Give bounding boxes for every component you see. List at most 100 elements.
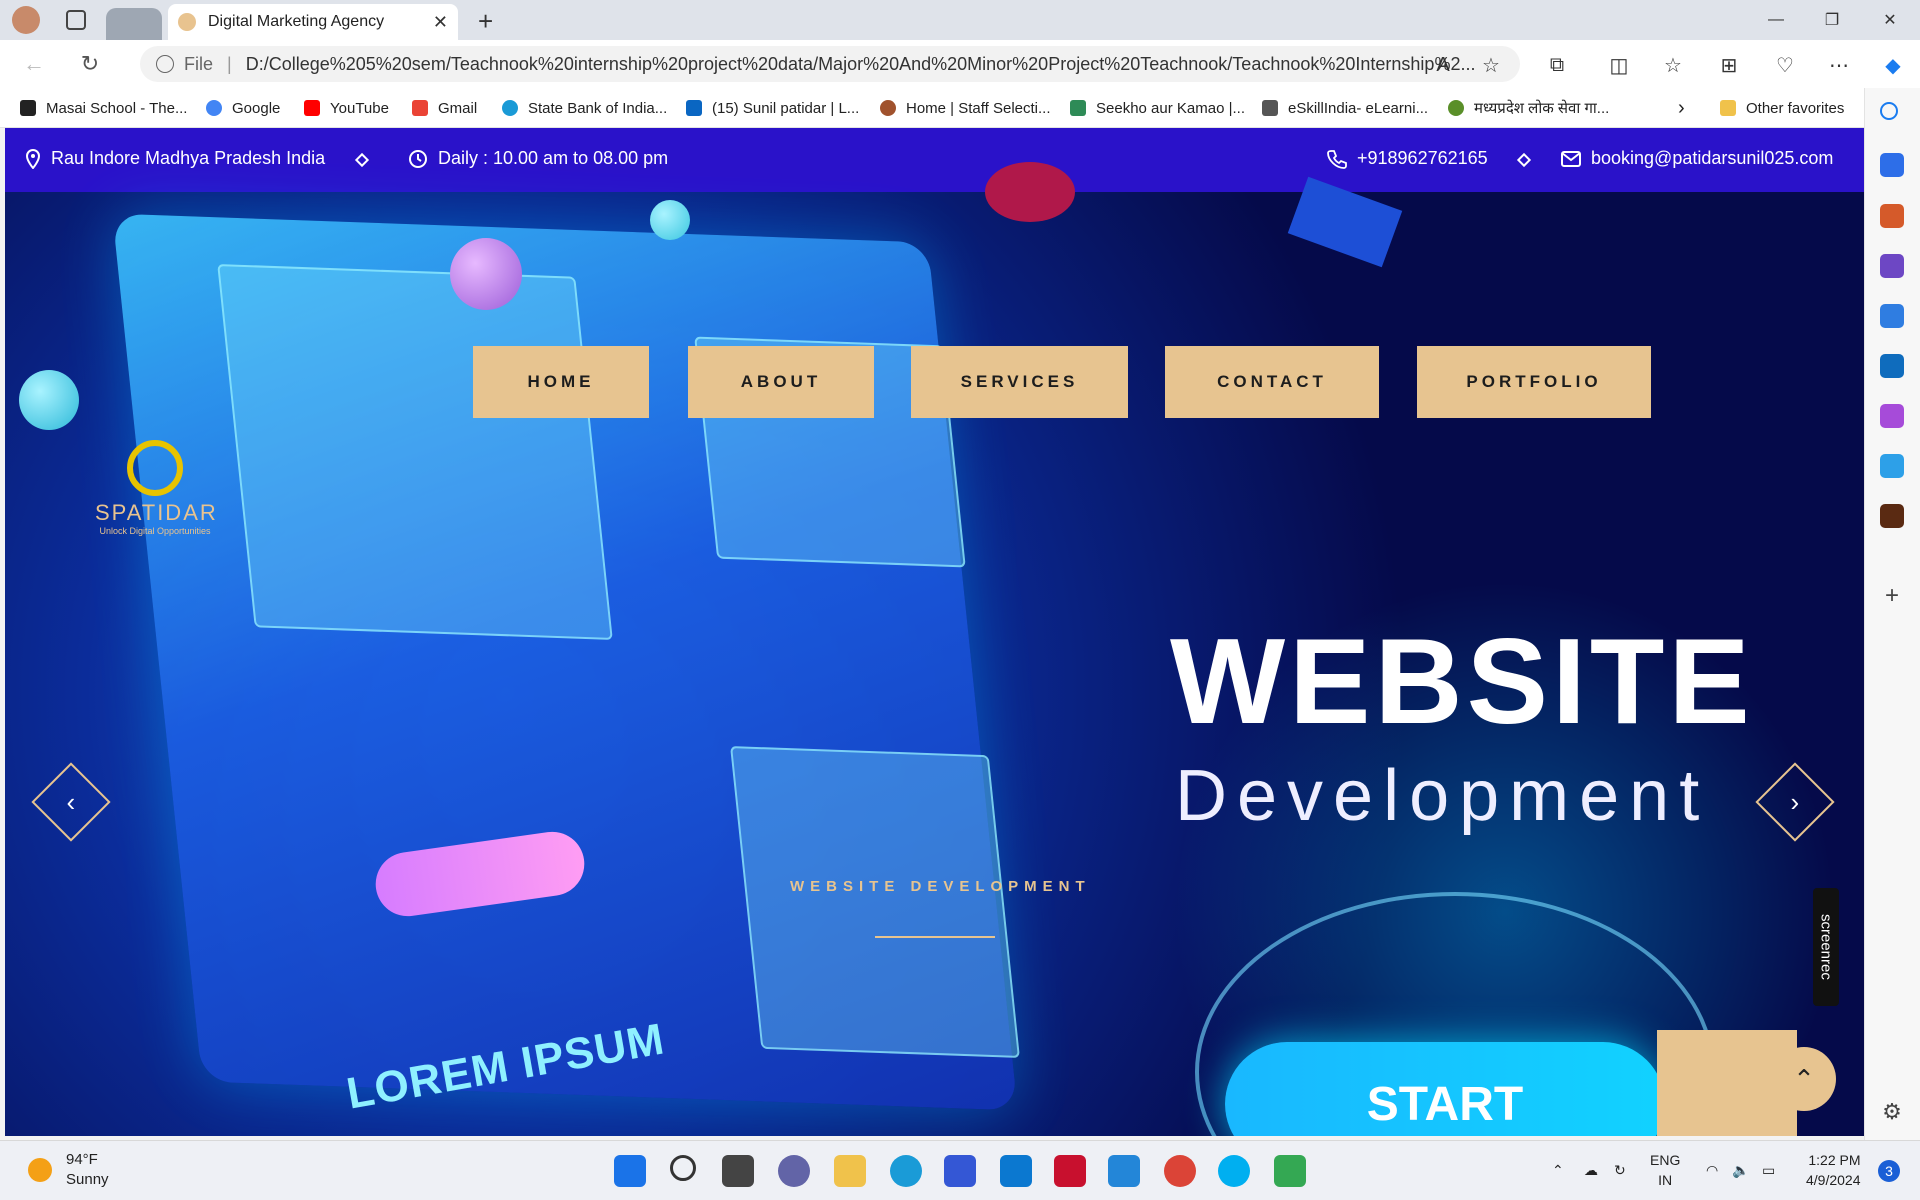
location-text: Rau Indore Madhya Pradesh India xyxy=(51,148,326,168)
tab-title: Digital Marketing Agency xyxy=(208,13,385,30)
email-info[interactable]: booking@patidarsunil025.com xyxy=(1561,148,1833,169)
temperature: 94°F xyxy=(66,1151,98,1168)
shopping-icon[interactable] xyxy=(1880,153,1904,177)
language-indicator[interactable]: ENG IN xyxy=(1650,1150,1680,1190)
more-menu-icon[interactable]: ⋯ xyxy=(1822,48,1856,82)
read-aloud-icon[interactable]: A xyxy=(1426,48,1460,82)
contact-topbar: Rau Indore Madhya Pradesh India Daily : … xyxy=(5,128,1864,192)
store-icon[interactable] xyxy=(1000,1155,1032,1187)
favorite-star-icon[interactable]: ☆ xyxy=(1474,48,1508,82)
favorites-icon[interactable]: ☆ xyxy=(1656,48,1690,82)
games-icon[interactable] xyxy=(1880,254,1904,278)
favorite-sbi[interactable]: State Bank of India... xyxy=(502,96,667,120)
ssc-icon xyxy=(880,100,896,116)
wifi-icon[interactable]: ◠ xyxy=(1706,1160,1718,1180)
file-explorer-icon[interactable] xyxy=(834,1155,866,1187)
outlook-icon[interactable] xyxy=(1880,354,1904,378)
send-icon[interactable] xyxy=(1880,454,1904,478)
separator-diamond xyxy=(1516,152,1532,168)
volume-icon[interactable]: 🔈 xyxy=(1732,1160,1749,1180)
nav-contact[interactable]: CONTACT xyxy=(1165,346,1379,418)
meet-icon[interactable] xyxy=(1274,1155,1306,1187)
vscode-icon[interactable] xyxy=(1108,1155,1140,1187)
minimize-icon[interactable]: — xyxy=(1748,0,1804,40)
microsoft365-icon[interactable] xyxy=(1880,304,1904,328)
chat-icon[interactable] xyxy=(778,1155,810,1187)
url-text[interactable]: D:/College%205%20sem/Teachnook%20interns… xyxy=(246,54,1476,75)
caption-divider xyxy=(875,936,995,938)
favorite-label: Gmail xyxy=(438,99,478,117)
search-icon[interactable] xyxy=(670,1155,696,1181)
favorite-seekho[interactable]: Seekho aur Kamao |... xyxy=(1070,96,1245,120)
workspaces-icon[interactable] xyxy=(66,10,86,30)
phone-info[interactable]: +918962762165 xyxy=(1327,148,1488,169)
hero-headline: WEBSITE xyxy=(1170,613,1754,749)
nav-services[interactable]: SERVICES xyxy=(911,346,1128,418)
skype-icon[interactable] xyxy=(1218,1155,1250,1187)
extensions-icon[interactable]: ⧉ xyxy=(1540,48,1574,82)
screenrec-badge[interactable]: screenrec xyxy=(1813,888,1839,1006)
favorites-overflow-icon[interactable]: › xyxy=(1678,96,1685,120)
phone-icon xyxy=(1327,149,1347,169)
favorite-linkedin[interactable]: (15) Sunil patidar | L... xyxy=(686,96,859,120)
designer-icon[interactable] xyxy=(1880,404,1904,428)
task-view-icon[interactable] xyxy=(722,1155,754,1187)
pen-app-icon[interactable] xyxy=(944,1155,976,1187)
favorite-gmail[interactable]: Gmail xyxy=(412,96,477,120)
email-text[interactable]: booking@patidarsunil025.com xyxy=(1591,148,1833,169)
clock[interactable]: 1:22 PM 4/9/2024 xyxy=(1806,1150,1861,1190)
sync-icon[interactable]: ↻ xyxy=(1614,1160,1626,1180)
split-screen-icon[interactable]: ◫ xyxy=(1602,48,1636,82)
favorite-youtube[interactable]: YouTube xyxy=(304,96,389,120)
close-icon[interactable]: ✕ xyxy=(433,12,448,33)
nav-portfolio[interactable]: PORTFOLIO xyxy=(1417,346,1651,418)
profile-avatar[interactable] xyxy=(12,6,40,34)
nav-home[interactable]: HOME xyxy=(473,346,649,418)
folder-icon xyxy=(1720,100,1736,116)
favorite-mppsc[interactable]: मध्यप्रदेश लोक सेवा गा... xyxy=(1448,96,1609,120)
restore-icon[interactable]: ❐ xyxy=(1804,0,1860,40)
logo-magnifier-icon xyxy=(127,440,183,496)
tray-overflow-icon[interactable]: ⌃ xyxy=(1552,1160,1564,1180)
mail-icon xyxy=(1561,150,1581,167)
back-icon[interactable]: ← xyxy=(14,44,54,84)
weather-widget[interactable]: 94°F Sunny xyxy=(28,1150,109,1190)
separator-diamond xyxy=(354,152,370,168)
refresh-icon[interactable]: ↻ xyxy=(70,44,110,84)
notification-badge[interactable]: 3 xyxy=(1878,1160,1900,1182)
add-icon[interactable]: + xyxy=(1880,584,1904,608)
collections-icon[interactable]: ⊞ xyxy=(1712,48,1746,82)
phone-text[interactable]: +918962762165 xyxy=(1357,148,1488,169)
battery-icon[interactable]: ▭ xyxy=(1762,1160,1775,1180)
mcafee-icon[interactable] xyxy=(1054,1155,1086,1187)
back-to-top-button[interactable]: ⌃ xyxy=(1772,1047,1836,1111)
file-label: File xyxy=(184,53,214,74)
browser-essentials-icon[interactable]: ♡ xyxy=(1768,48,1802,82)
other-favorites[interactable]: Other favorites xyxy=(1720,96,1844,120)
tab-favicon-icon xyxy=(178,13,196,31)
settings-gear-icon[interactable]: ⚙ xyxy=(1880,1100,1904,1124)
slide-caption: WEBSITE DEVELOPMENT xyxy=(790,878,1091,895)
tools-icon[interactable] xyxy=(1880,204,1904,228)
address-bar[interactable]: File | D:/College%205%20sem/Teachnook%20… xyxy=(140,46,1520,82)
nav-about[interactable]: ABOUT xyxy=(688,346,874,418)
app-icon[interactable] xyxy=(1880,504,1904,528)
chrome-icon[interactable] xyxy=(1164,1155,1196,1187)
new-tab-button[interactable]: + xyxy=(478,6,493,37)
favorite-ssc[interactable]: Home | Staff Selecti... xyxy=(880,96,1051,120)
site-logo[interactable]: SPATIDAR Unlock Digital Opportunities xyxy=(95,440,216,536)
start-button[interactable]: START xyxy=(1225,1042,1665,1136)
favorite-masai[interactable]: Masai School - The... xyxy=(20,96,187,120)
favorite-eskill[interactable]: eSkillIndia- eLearni... xyxy=(1262,96,1428,120)
edge-icon[interactable] xyxy=(890,1155,922,1187)
window-close-icon[interactable]: ✕ xyxy=(1862,0,1918,40)
onedrive-icon[interactable]: ☁ xyxy=(1584,1160,1598,1180)
date-text: 4/9/2024 xyxy=(1806,1172,1861,1188)
region-text: IN xyxy=(1658,1172,1673,1188)
tab-digital-marketing[interactable]: Digital Marketing Agency ✕ xyxy=(168,4,458,40)
copilot-icon[interactable]: ◆ xyxy=(1876,48,1910,82)
info-icon[interactable] xyxy=(156,55,174,73)
start-icon[interactable] xyxy=(614,1155,646,1187)
search-icon[interactable] xyxy=(1880,102,1898,120)
favorite-google[interactable]: Google xyxy=(206,96,280,120)
